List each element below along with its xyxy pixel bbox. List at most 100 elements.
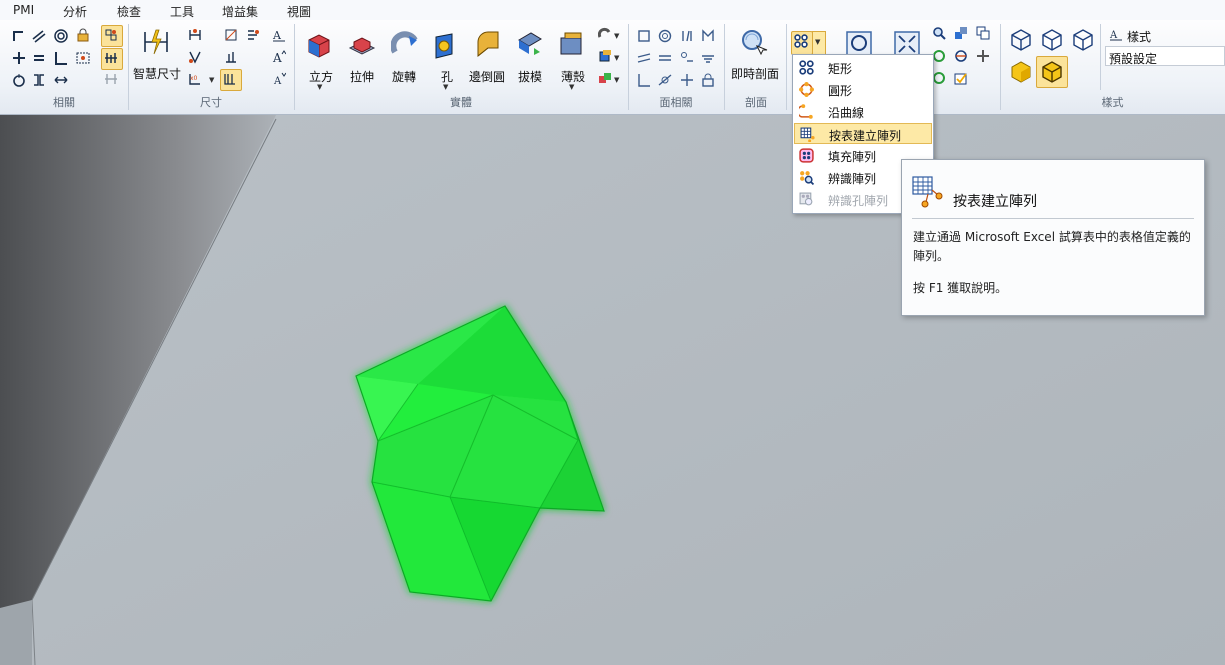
smart-dimension-icon[interactable]: [142, 28, 170, 56]
shaded-visible-edges-cube-icon[interactable]: [1038, 58, 1066, 86]
group-label-face-related: 面相關: [659, 96, 693, 109]
revolve-button[interactable]: 旋轉: [392, 68, 416, 85]
thicken-dropdown-arrow[interactable]: ▼: [614, 54, 619, 62]
sweep-icon[interactable]: [598, 27, 612, 41]
draft-button[interactable]: 拔模: [518, 68, 542, 85]
menu-bar: PMI 分析 檢查 工具 增益集 視圖: [0, 0, 1225, 21]
hidden-edges-cube-icon[interactable]: [1069, 26, 1097, 54]
lock-icon[interactable]: [76, 28, 90, 42]
look-at-icon[interactable]: [932, 71, 946, 85]
thicken-icon[interactable]: [598, 49, 612, 63]
tangent-icon[interactable]: [12, 51, 26, 65]
menu-item-label: 按表建立陣列: [829, 129, 902, 143]
cube-icon[interactable]: [305, 32, 333, 60]
face-rigid-icon[interactable]: [658, 73, 672, 87]
live-section-icon[interactable]: [740, 28, 768, 56]
face-symmetric-icon[interactable]: [701, 29, 715, 43]
face-rectangle-icon[interactable]: [637, 29, 651, 43]
curve-pattern-icon: [799, 104, 813, 119]
angular-coordinate-icon[interactable]: [224, 50, 238, 64]
add-body-dropdown-arrow[interactable]: ▼: [614, 76, 619, 84]
horizontal-vertical-icon[interactable]: [76, 51, 90, 65]
ribbon: 相關 智慧尺寸 x0 ▼ A A A 尺寸 立方 ▼ 拉伸 旋轉 孔 ▼ 邊倒圓: [0, 20, 1225, 115]
cube-dropdown-arrow[interactable]: ▼: [317, 83, 322, 91]
add-body-icon[interactable]: [598, 71, 612, 85]
smart-dimension-button[interactable]: 智慧尺寸: [133, 65, 181, 82]
rectangular-pattern-icon: [799, 60, 814, 75]
live-section-button[interactable]: 即時剖面: [731, 65, 779, 82]
dimension-style-icon[interactable]: [246, 28, 260, 42]
hole-dropdown-arrow[interactable]: ▼: [443, 83, 448, 91]
dimension-axis-icon[interactable]: [223, 72, 237, 86]
pan-icon[interactable]: [976, 49, 990, 63]
menu-item-circular[interactable]: 圓形: [794, 79, 932, 100]
menu-inspect[interactable]: 檢查: [117, 3, 141, 20]
menu-pmi[interactable]: PMI: [13, 3, 34, 17]
face-parallel-icon[interactable]: [680, 29, 694, 43]
angle-between-icon[interactable]: [188, 50, 202, 64]
menu-item-along-curve[interactable]: 沿曲線: [794, 101, 932, 122]
relation-handles-icon[interactable]: [104, 72, 118, 86]
equal-icon[interactable]: [32, 51, 46, 65]
draft-icon[interactable]: [516, 30, 544, 58]
rigid-set-icon[interactable]: [104, 28, 118, 42]
face-lock-icon[interactable]: [701, 73, 715, 87]
extrude-icon[interactable]: [348, 32, 376, 60]
view-orient-icon[interactable]: [954, 26, 968, 40]
symmetric-icon[interactable]: [12, 73, 26, 87]
face-concentric-icon[interactable]: [658, 29, 672, 43]
dimension-dropdown-arrow[interactable]: ▼: [209, 76, 214, 84]
recognize-hole-pattern-icon: [799, 192, 813, 206]
svg-text:A: A: [1109, 30, 1118, 41]
group-label-solid: 實體: [450, 96, 472, 109]
coordinate-dimension-icon[interactable]: x0: [188, 72, 202, 86]
pattern-dropdown-arrow[interactable]: ▼: [815, 38, 820, 46]
spin-icon[interactable]: [954, 49, 968, 63]
increase-font-icon[interactable]: A: [272, 50, 286, 64]
collinear-icon[interactable]: [32, 73, 46, 87]
text-style-icon[interactable]: A: [272, 28, 286, 42]
face-tangent-icon[interactable]: [637, 51, 651, 65]
pattern-icon[interactable]: [794, 34, 808, 48]
group-label-section: 剖面: [745, 96, 767, 109]
symmetric-diameter-icon[interactable]: [224, 28, 238, 42]
extrude-button[interactable]: 拉伸: [350, 68, 374, 85]
face-ground-icon[interactable]: [701, 51, 715, 65]
zoom-icon[interactable]: [932, 26, 946, 40]
connect-icon[interactable]: [12, 29, 26, 43]
menu-analysis[interactable]: 分析: [63, 3, 87, 20]
face-align-icon[interactable]: [680, 73, 694, 87]
fill-pattern-icon: [799, 148, 814, 163]
menu-view[interactable]: 視圖: [287, 3, 311, 20]
thin-wall-dropdown-arrow[interactable]: ▼: [569, 83, 574, 91]
parallel-icon[interactable]: [32, 29, 46, 43]
rotate-view-icon[interactable]: [932, 49, 946, 63]
check-view-icon[interactable]: [954, 71, 968, 85]
hole-icon[interactable]: [432, 32, 460, 60]
face-equal-icon[interactable]: [658, 51, 672, 65]
round-icon[interactable]: [474, 30, 502, 58]
menu-addins[interactable]: 增益集: [222, 3, 258, 20]
visible-edges-cube-icon[interactable]: [1038, 26, 1066, 54]
thin-wall-icon[interactable]: [558, 30, 586, 58]
menu-item-label: 圓形: [828, 84, 853, 98]
menu-tools[interactable]: 工具: [170, 3, 194, 20]
decrease-font-icon[interactable]: A: [272, 72, 286, 86]
tooltip-description: 建立通過 Microsoft Excel 試算表中的表格值定義的陣列。: [913, 230, 1191, 263]
shaded-cube-icon[interactable]: [1007, 58, 1035, 86]
revolve-icon[interactable]: [391, 30, 419, 58]
maintain-relations-icon[interactable]: [104, 51, 118, 65]
menu-item-table-pattern[interactable]: 按表建立陣列: [794, 123, 932, 144]
distance-between-icon[interactable]: [188, 28, 202, 42]
window-icon[interactable]: [976, 26, 990, 40]
perpendicular-icon[interactable]: [54, 51, 68, 65]
concentric-icon[interactable]: [54, 29, 68, 43]
face-offset-icon[interactable]: [680, 51, 694, 65]
sweep-dropdown-arrow[interactable]: ▼: [614, 32, 619, 40]
face-perpendicular-icon[interactable]: [637, 73, 651, 87]
wireframe-cube-icon[interactable]: [1007, 26, 1035, 54]
offset-arrow-icon[interactable]: [54, 73, 68, 87]
menu-item-rectangular[interactable]: 矩形: [794, 57, 932, 78]
round-button[interactable]: 邊倒圓: [469, 68, 505, 85]
menu-item-label: 辨識孔陣列: [828, 194, 889, 208]
